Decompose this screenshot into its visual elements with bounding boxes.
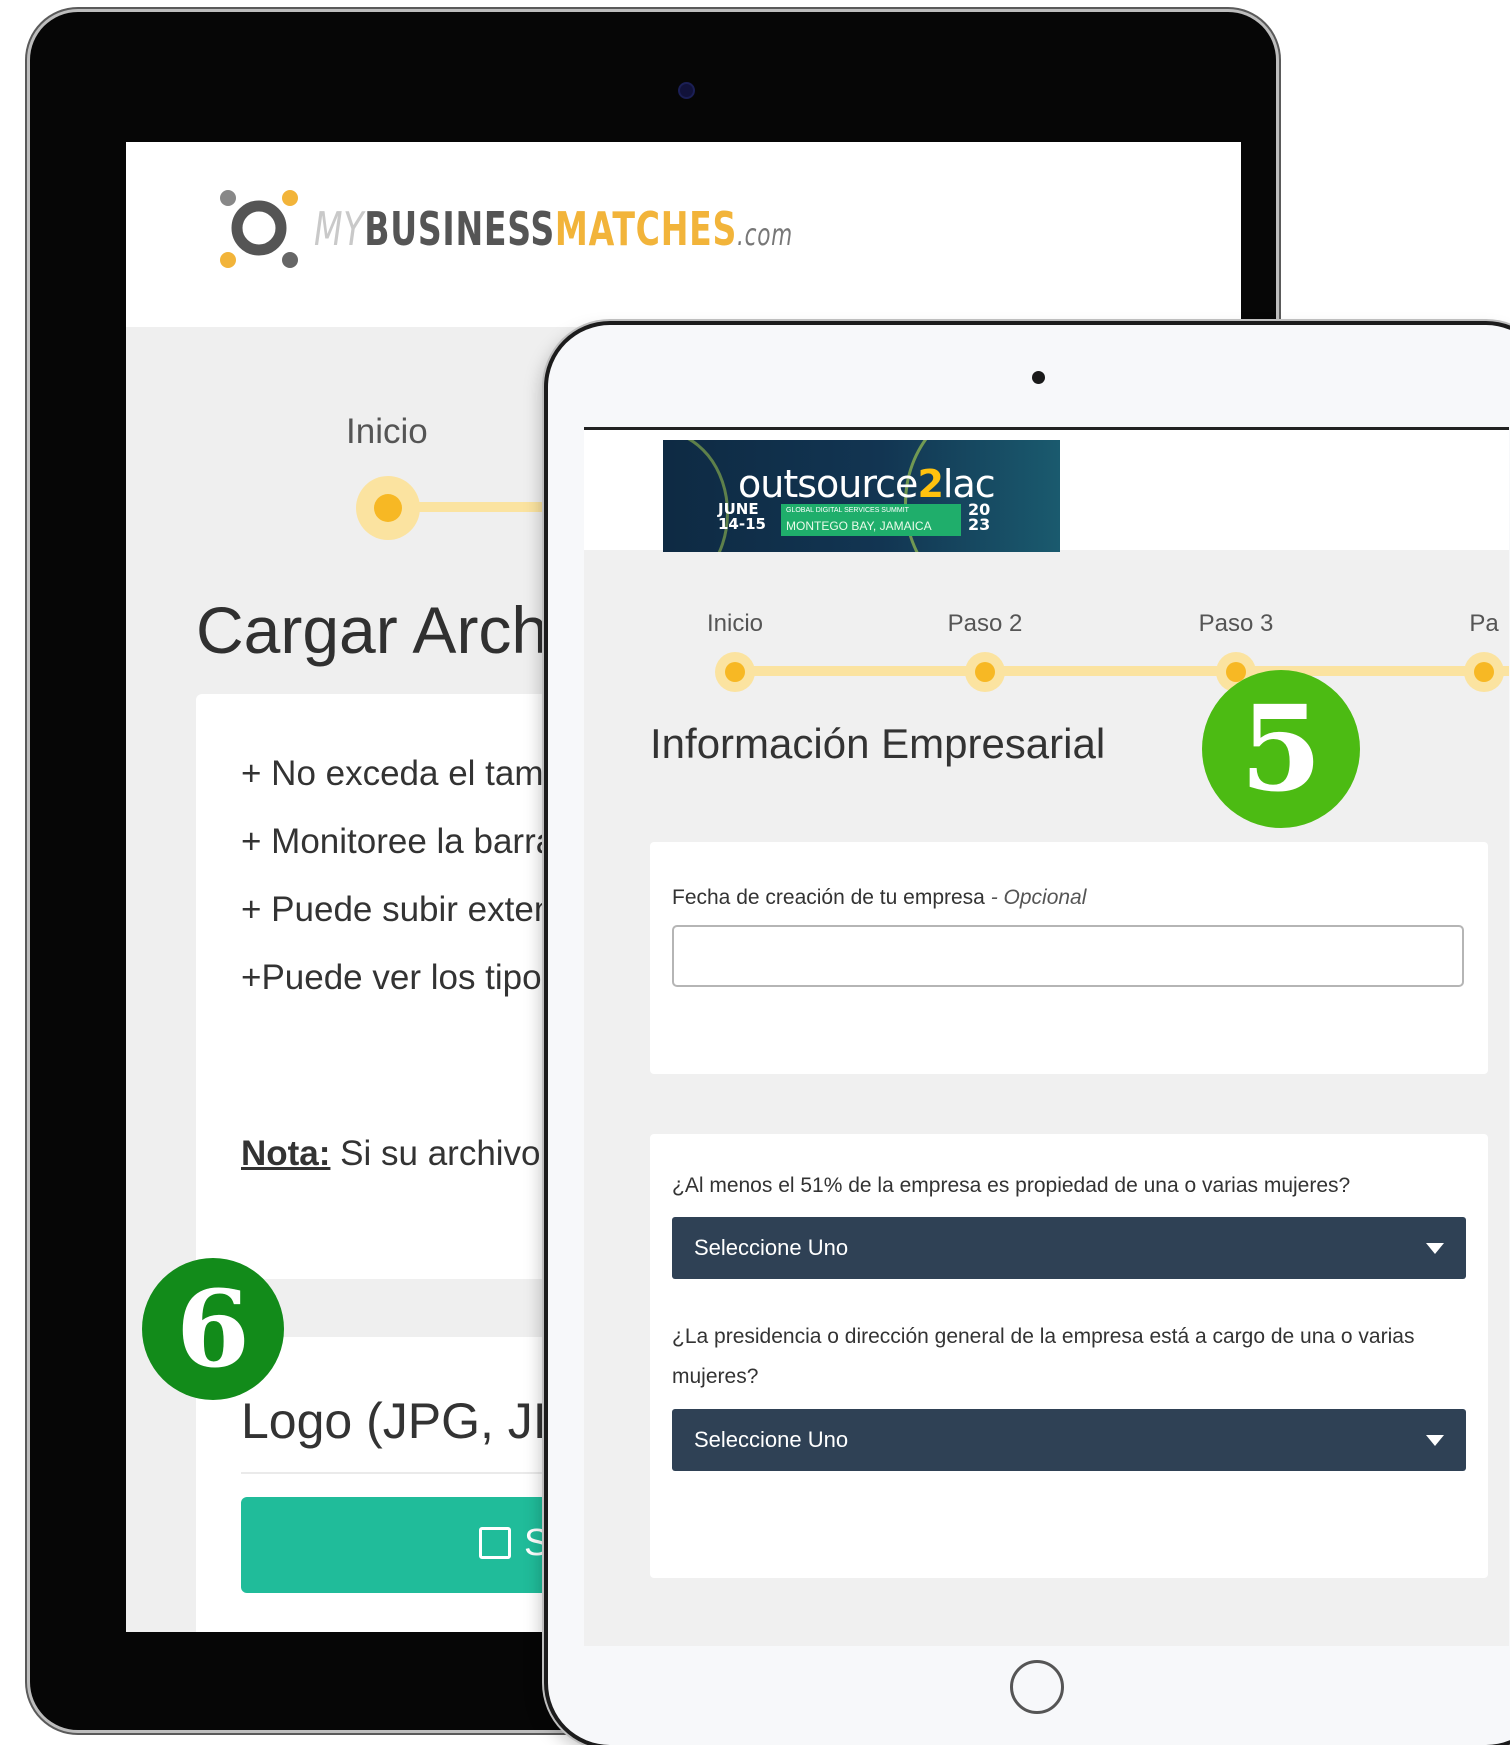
step-paso-4[interactable]: Pa <box>1384 610 1509 710</box>
back-tablet-camera <box>678 82 695 99</box>
optional-tag: - Opcional <box>984 886 1087 909</box>
back-page-title: Cargar Archi <box>196 593 563 667</box>
logo-my: MY <box>314 202 365 256</box>
women-owned-select[interactable]: Seleccione Uno <box>672 1217 1466 1279</box>
step-label: Inicio <box>706 610 764 637</box>
logo-tagline: GLOBAL DIGITAL SERVICES SUMMIT <box>786 507 909 514</box>
women-owned-question: ¿Al menos el 51% de la empresa es propie… <box>672 1174 1351 1197</box>
logo-event-name: outsource2lac <box>738 462 996 506</box>
women-questions-card: ¿Al menos el 51% de la empresa es propie… <box>650 1134 1488 1578</box>
step-dot <box>1464 652 1504 692</box>
back-instruction-item: + Puede subir extensi <box>241 890 579 929</box>
logo-band: GLOBAL DIGITAL SERVICES SUMMIT MONTEGO B… <box>781 504 961 536</box>
back-instruction-item: + No exceda el tamañ <box>241 754 583 793</box>
logo-year: 20 23 <box>968 500 991 534</box>
step-number-badge-5: 5 <box>1202 670 1360 828</box>
back-step-inicio-dot[interactable] <box>356 476 420 540</box>
step-label: Paso 2 <box>947 610 1023 637</box>
back-note-label: Nota: <box>241 1134 331 1173</box>
mybusinessmatches-logo[interactable]: MYBUSINESSMATCHES.com <box>214 180 914 270</box>
logo-com: .com <box>737 218 793 253</box>
outsource2lac-logo[interactable]: outsource2lac JUNE 14-15 GLOBAL DIGITAL … <box>663 440 1060 552</box>
back-step-inicio-label: Inicio <box>346 412 428 451</box>
logo-name-part: 2 <box>917 462 943 506</box>
front-header: outsource2lac JUNE 14-15 GLOBAL DIGITAL … <box>584 430 1509 552</box>
founding-date-card: Fecha de creación de tu empresa - Opcion… <box>650 842 1488 1074</box>
logo-swoosh <box>663 440 729 552</box>
step-label: Pa <box>1469 610 1499 637</box>
back-instruction-item: +Puede ver los tipos c <box>241 958 587 997</box>
step-label: Paso 3 <box>1198 610 1274 637</box>
women-led-select-value: Seleccione Uno <box>694 1427 849 1452</box>
chevron-down-icon <box>1426 1435 1444 1446</box>
chevron-down-icon <box>1426 1243 1444 1254</box>
front-tablet-screen: outsource2lac JUNE 14-15 GLOBAL DIGITAL … <box>584 427 1509 1646</box>
upload-icon <box>479 1527 511 1559</box>
founding-date-input[interactable] <box>672 925 1464 987</box>
women-led-question: ¿La presidencia o dirección general de l… <box>672 1325 1415 1388</box>
mybusinessmatches-logo-text: MYBUSINESSMATCHES.com <box>314 202 793 256</box>
logo-business: BUSINESS <box>364 202 555 256</box>
women-led-select[interactable]: Seleccione Uno <box>672 1409 1466 1471</box>
home-button[interactable] <box>1010 1660 1064 1714</box>
logo-name-part: outsource <box>738 462 918 506</box>
step-dot <box>715 652 755 692</box>
step-dot <box>965 652 1005 692</box>
front-tablet-camera <box>1032 371 1045 384</box>
mybusinessmatches-logo-icon <box>220 190 298 268</box>
step-inicio[interactable]: Inicio <box>635 610 835 710</box>
logo-dates: JUNE 14-15 <box>718 500 766 533</box>
back-logo-section-title: Logo (JPG, JI <box>241 1393 547 1449</box>
back-header: MYBUSINESSMATCHES.com <box>126 142 1241 327</box>
step-number-badge-6: 6 <box>142 1258 284 1400</box>
back-note: Nota: Si su archivo so <box>241 1134 587 1174</box>
founding-date-label-text: Fecha de creación de tu empresa <box>672 886 985 909</box>
women-owned-select-value: Seleccione Uno <box>694 1235 849 1260</box>
page-title: Información Empresarial <box>650 720 1106 767</box>
logo-location: MONTEGO BAY, JAMAICA <box>786 519 932 533</box>
back-instruction-item: + Monitoree la barra d <box>241 822 585 861</box>
step-paso-2[interactable]: Paso 2 <box>885 610 1085 710</box>
logo-matches: MATCHES <box>554 202 738 256</box>
front-tablet-frame: outsource2lac JUNE 14-15 GLOBAL DIGITAL … <box>548 325 1510 1745</box>
founding-date-label: Fecha de creación de tu empresa - Opcion… <box>672 878 1472 918</box>
